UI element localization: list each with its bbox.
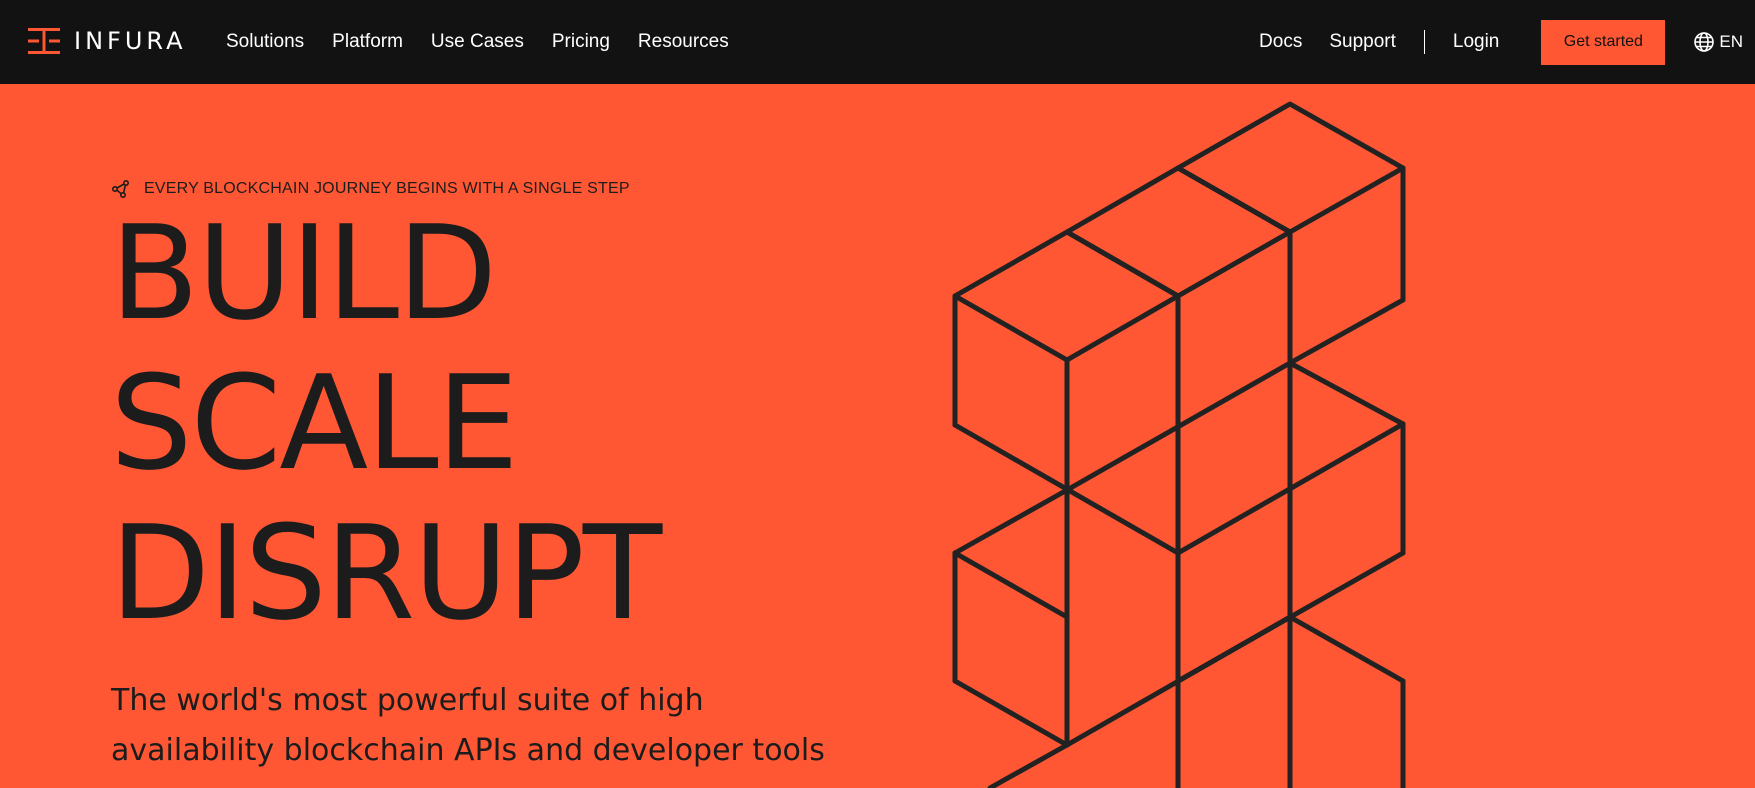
nav-platform[interactable]: Platform xyxy=(332,31,403,53)
hero-headline: BUILD SCALE DISRUPT xyxy=(110,197,662,649)
nav-divider xyxy=(1423,30,1425,54)
subhead-line-2: availability blockchain APIs and develop… xyxy=(111,733,825,768)
nav-pricing[interactable]: Pricing xyxy=(552,31,610,53)
subhead-line-1: The world's most powerful suite of high xyxy=(111,683,704,718)
brand-name: INFURA xyxy=(74,27,187,55)
top-navbar: INFURA Solutions Platform Use Cases Pric… xyxy=(0,0,1755,84)
nav-resources[interactable]: Resources xyxy=(638,31,729,53)
secondary-nav: Docs Support Login Get started EN xyxy=(1259,0,1755,84)
nav-support[interactable]: Support xyxy=(1329,31,1396,53)
get-started-button[interactable]: Get started xyxy=(1541,19,1666,65)
hero-section: EVERY BLOCKCHAIN JOURNEY BEGINS WITH A S… xyxy=(0,84,1755,788)
hero-subheading: The world's most powerful suite of high … xyxy=(111,676,871,776)
infura-logo-icon xyxy=(28,28,60,54)
headline-line-disrupt: DISRUPT xyxy=(110,497,662,649)
network-nodes-icon xyxy=(112,180,129,198)
nav-solutions[interactable]: Solutions xyxy=(226,31,304,53)
brand-logo[interactable]: INFURA xyxy=(28,26,187,56)
headline-line-scale: SCALE xyxy=(110,347,519,499)
headline-line-build: BUILD xyxy=(110,197,497,349)
eyebrow-text: EVERY BLOCKCHAIN JOURNEY BEGINS WITH A S… xyxy=(144,180,630,197)
language-label: EN xyxy=(1719,32,1743,51)
hero-eyebrow: EVERY BLOCKCHAIN JOURNEY BEGINS WITH A S… xyxy=(112,180,630,198)
nav-docs[interactable]: Docs xyxy=(1259,31,1302,53)
nav-use-cases[interactable]: Use Cases xyxy=(431,31,524,53)
language-selector[interactable]: EN xyxy=(1693,31,1743,53)
globe-icon xyxy=(1694,32,1715,52)
primary-nav: Solutions Platform Use Cases Pricing Res… xyxy=(226,0,757,84)
nav-login[interactable]: Login xyxy=(1453,31,1500,53)
